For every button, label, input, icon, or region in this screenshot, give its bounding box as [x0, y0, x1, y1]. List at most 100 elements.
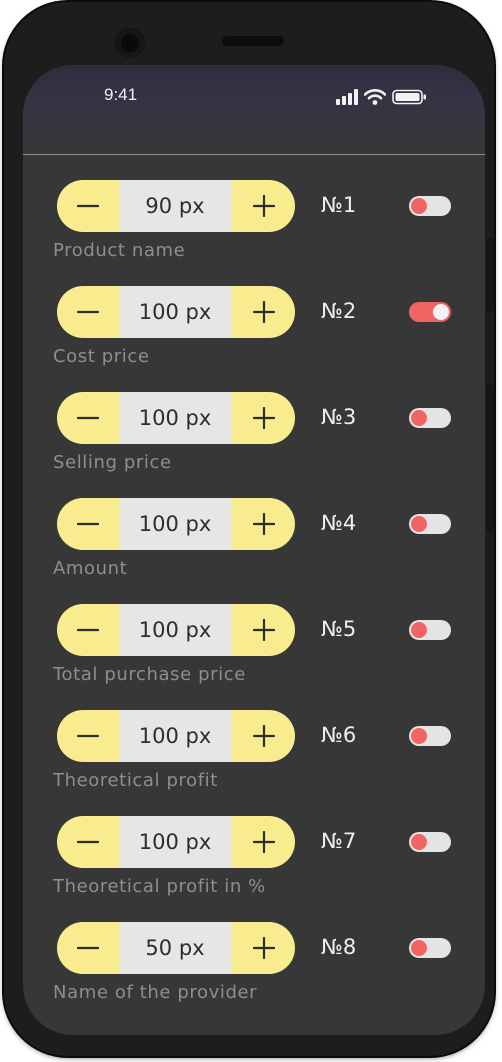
- stepper-value[interactable]: 100 px: [119, 710, 231, 762]
- status-time: 9:41: [104, 85, 138, 104]
- increment-button[interactable]: [233, 922, 295, 974]
- column-number: №3: [321, 405, 357, 429]
- column-label: Cost price: [53, 346, 150, 367]
- front-camera: [115, 28, 145, 58]
- column-number: №5: [321, 617, 357, 641]
- decrement-button[interactable]: [57, 604, 119, 656]
- column-label: Selling price: [53, 452, 172, 473]
- column-label: Product name: [53, 240, 186, 261]
- visibility-toggle[interactable]: [409, 620, 451, 640]
- visibility-toggle[interactable]: [409, 196, 451, 216]
- plus-icon: [253, 407, 275, 429]
- width-stepper[interactable]: 100 px: [57, 816, 295, 868]
- width-stepper[interactable]: 100 px: [57, 286, 295, 338]
- toggle-knob: [411, 622, 427, 638]
- stepper-value[interactable]: 100 px: [119, 498, 231, 550]
- increment-button[interactable]: [233, 498, 295, 550]
- visibility-toggle[interactable]: [409, 726, 451, 746]
- visibility-toggle[interactable]: [409, 938, 451, 958]
- toggle-knob: [433, 304, 449, 320]
- increment-button[interactable]: [233, 180, 295, 232]
- column-label: Amount: [53, 558, 128, 579]
- stepper-value[interactable]: 50 px: [119, 922, 231, 974]
- column-number: №7: [321, 829, 357, 853]
- decrement-button[interactable]: [57, 922, 119, 974]
- minus-icon: [77, 310, 99, 314]
- stepper-value[interactable]: 100 px: [119, 604, 231, 656]
- plus-icon: [253, 725, 275, 747]
- column-label: Theoretical profit in %: [53, 876, 266, 897]
- toggle-knob: [411, 834, 427, 850]
- settings-row: 100 px №3 Selling price: [23, 392, 485, 498]
- column-number: №8: [321, 935, 357, 959]
- battery-icon: [392, 89, 426, 105]
- volume-button: [486, 238, 494, 312]
- minus-icon: [77, 946, 99, 950]
- width-stepper[interactable]: 90 px: [57, 180, 295, 232]
- plus-icon: [253, 937, 275, 959]
- decrement-button[interactable]: [57, 286, 119, 338]
- decrement-button[interactable]: [57, 816, 119, 868]
- width-stepper[interactable]: 100 px: [57, 498, 295, 550]
- stepper-value[interactable]: 90 px: [119, 180, 231, 232]
- settings-row: 100 px №5 Total purchase price: [23, 604, 485, 710]
- settings-row: 100 px №7 Theoretical profit in %: [23, 816, 485, 922]
- settings-row: 100 px №4 Amount: [23, 498, 485, 604]
- status-bar: 9:41: [23, 65, 485, 155]
- settings-row: 100 px №6 Theoretical profit: [23, 710, 485, 816]
- wifi-icon: [364, 89, 386, 105]
- decrement-button[interactable]: [57, 180, 119, 232]
- visibility-toggle[interactable]: [409, 302, 451, 322]
- visibility-toggle[interactable]: [409, 832, 451, 852]
- column-number: №1: [321, 193, 357, 217]
- minus-icon: [77, 416, 99, 420]
- toggle-knob: [411, 728, 427, 744]
- status-icons: [336, 89, 436, 105]
- stepper-value[interactable]: 100 px: [119, 286, 231, 338]
- width-stepper[interactable]: 50 px: [57, 922, 295, 974]
- minus-icon: [77, 734, 99, 738]
- stepper-value[interactable]: 100 px: [119, 816, 231, 868]
- minus-icon: [77, 204, 99, 208]
- plus-icon: [253, 513, 275, 535]
- plus-icon: [253, 195, 275, 217]
- toggle-knob: [411, 516, 427, 532]
- plus-icon: [253, 301, 275, 323]
- width-stepper[interactable]: 100 px: [57, 604, 295, 656]
- toggle-knob: [411, 940, 427, 956]
- minus-icon: [77, 840, 99, 844]
- settings-row: 90 px №1 Product name: [23, 180, 485, 286]
- earpiece-speaker: [220, 34, 286, 48]
- decrement-button[interactable]: [57, 498, 119, 550]
- toggle-knob: [411, 198, 427, 214]
- toggle-knob: [411, 410, 427, 426]
- decrement-button[interactable]: [57, 710, 119, 762]
- visibility-toggle[interactable]: [409, 408, 451, 428]
- column-number: №2: [321, 299, 357, 323]
- increment-button[interactable]: [233, 816, 295, 868]
- decrement-button[interactable]: [57, 392, 119, 444]
- settings-row: 50 px №8 Name of the provider: [23, 922, 485, 1028]
- column-label: Name of the provider: [53, 982, 258, 1003]
- cellular-signal-icon: [336, 89, 358, 105]
- increment-button[interactable]: [233, 286, 295, 338]
- increment-button[interactable]: [233, 392, 295, 444]
- column-number: №4: [321, 511, 357, 535]
- plus-icon: [253, 831, 275, 853]
- increment-button[interactable]: [233, 710, 295, 762]
- increment-button[interactable]: [233, 604, 295, 656]
- column-number: №6: [321, 723, 357, 747]
- width-stepper[interactable]: 100 px: [57, 710, 295, 762]
- power-button: [486, 384, 494, 532]
- visibility-toggle[interactable]: [409, 514, 451, 534]
- phone-frame: 9:41 90 px №1 Product name 100 px №2 Cos…: [4, 2, 494, 1056]
- column-label: Theoretical profit: [53, 770, 218, 791]
- minus-icon: [77, 522, 99, 526]
- minus-icon: [77, 628, 99, 632]
- width-stepper[interactable]: 100 px: [57, 392, 295, 444]
- settings-row: 100 px №2 Cost price: [23, 286, 485, 392]
- screen: 9:41 90 px №1 Product name 100 px №2 Cos…: [23, 65, 485, 1035]
- column-label: Total purchase price: [53, 664, 246, 685]
- stepper-value[interactable]: 100 px: [119, 392, 231, 444]
- plus-icon: [253, 619, 275, 641]
